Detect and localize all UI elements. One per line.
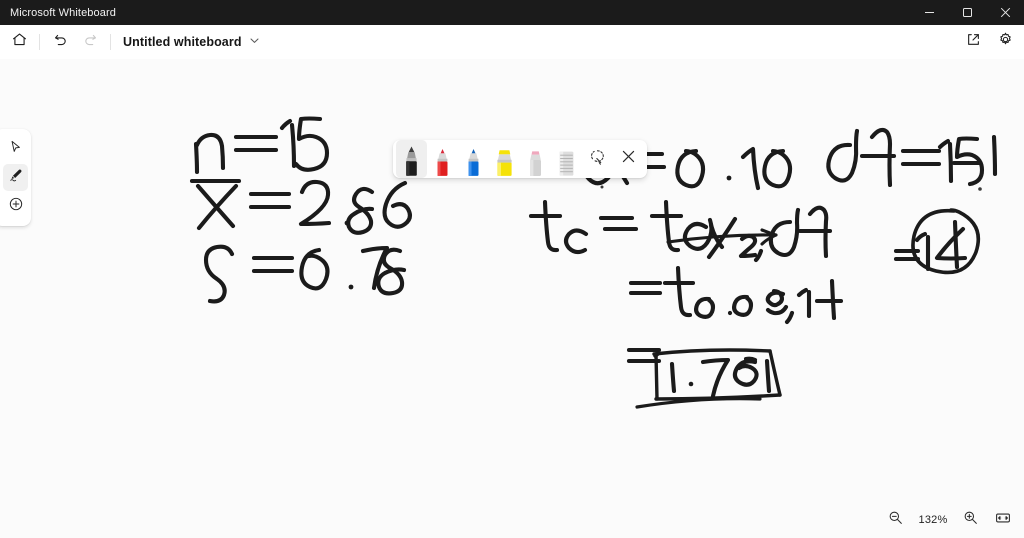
pen-icon (8, 167, 24, 188)
zoom-in-icon (963, 510, 978, 530)
fit-to-screen-button[interactable] (987, 507, 1018, 533)
redo-button[interactable] (75, 27, 105, 57)
close-button[interactable] (986, 0, 1024, 25)
black-pen-button[interactable] (396, 140, 427, 178)
home-button[interactable] (4, 27, 34, 57)
yellow-highlighter-button[interactable] (489, 140, 520, 178)
highlighter-icon (493, 147, 516, 178)
share-button[interactable] (958, 27, 988, 57)
settings-button[interactable] (990, 27, 1020, 57)
minimize-button[interactable] (910, 0, 948, 25)
gear-icon (997, 31, 1014, 53)
command-bar-divider-1 (39, 34, 40, 50)
ruler-button[interactable] (551, 140, 582, 178)
close-icon (621, 149, 636, 169)
zoom-out-icon (888, 510, 903, 530)
cursor-icon (8, 139, 23, 159)
share-icon (965, 31, 982, 53)
blue-pen-icon (463, 147, 484, 178)
fit-to-screen-icon (995, 510, 1011, 531)
eraser-button[interactable] (520, 140, 551, 178)
window-controls (910, 0, 1024, 25)
maximize-button[interactable] (948, 0, 986, 25)
ink-layer (189, 116, 998, 409)
tool-rail (0, 129, 31, 226)
sidebar-item-pen[interactable] (3, 164, 28, 191)
ink-toolbar (393, 140, 647, 178)
app-title: Microsoft Whiteboard (10, 6, 116, 19)
whiteboard-canvas[interactable]: 132% (0, 59, 1024, 538)
zoom-level-label[interactable]: 132% (912, 510, 954, 530)
whiteboard-app: Microsoft Whiteboard Untitled whiteboard… (0, 0, 1024, 538)
command-bar: Untitled whiteboard (0, 25, 1024, 60)
document-title-menu[interactable]: Untitled whiteboard (119, 30, 266, 55)
undo-button[interactable] (45, 27, 75, 57)
close-ink-toolbar-button[interactable] (613, 140, 644, 178)
eraser-icon (525, 147, 546, 178)
command-bar-right-actions (958, 27, 1020, 57)
zoom-in-button[interactable] (955, 507, 986, 533)
red-pen-icon (432, 147, 453, 178)
red-pen-button[interactable] (427, 140, 458, 178)
document-title: Untitled whiteboard (123, 34, 242, 49)
chevron-down-icon (249, 33, 260, 51)
sidebar-item-select[interactable] (3, 135, 28, 162)
lasso-select-button[interactable] (582, 140, 613, 178)
ruler-icon (555, 147, 578, 178)
blue-pen-button[interactable] (458, 140, 489, 178)
title-bar: Microsoft Whiteboard (0, 0, 1024, 25)
command-bar-divider-2 (110, 34, 111, 50)
redo-icon (82, 31, 99, 53)
lasso-icon (589, 148, 606, 170)
black-pen-icon (401, 145, 422, 178)
plus-circle-icon (8, 196, 24, 217)
home-icon (11, 31, 28, 53)
sidebar-item-add[interactable] (3, 193, 28, 220)
undo-icon (52, 31, 69, 53)
zoom-out-button[interactable] (880, 507, 911, 533)
zoom-controls: 132% (880, 506, 1018, 534)
